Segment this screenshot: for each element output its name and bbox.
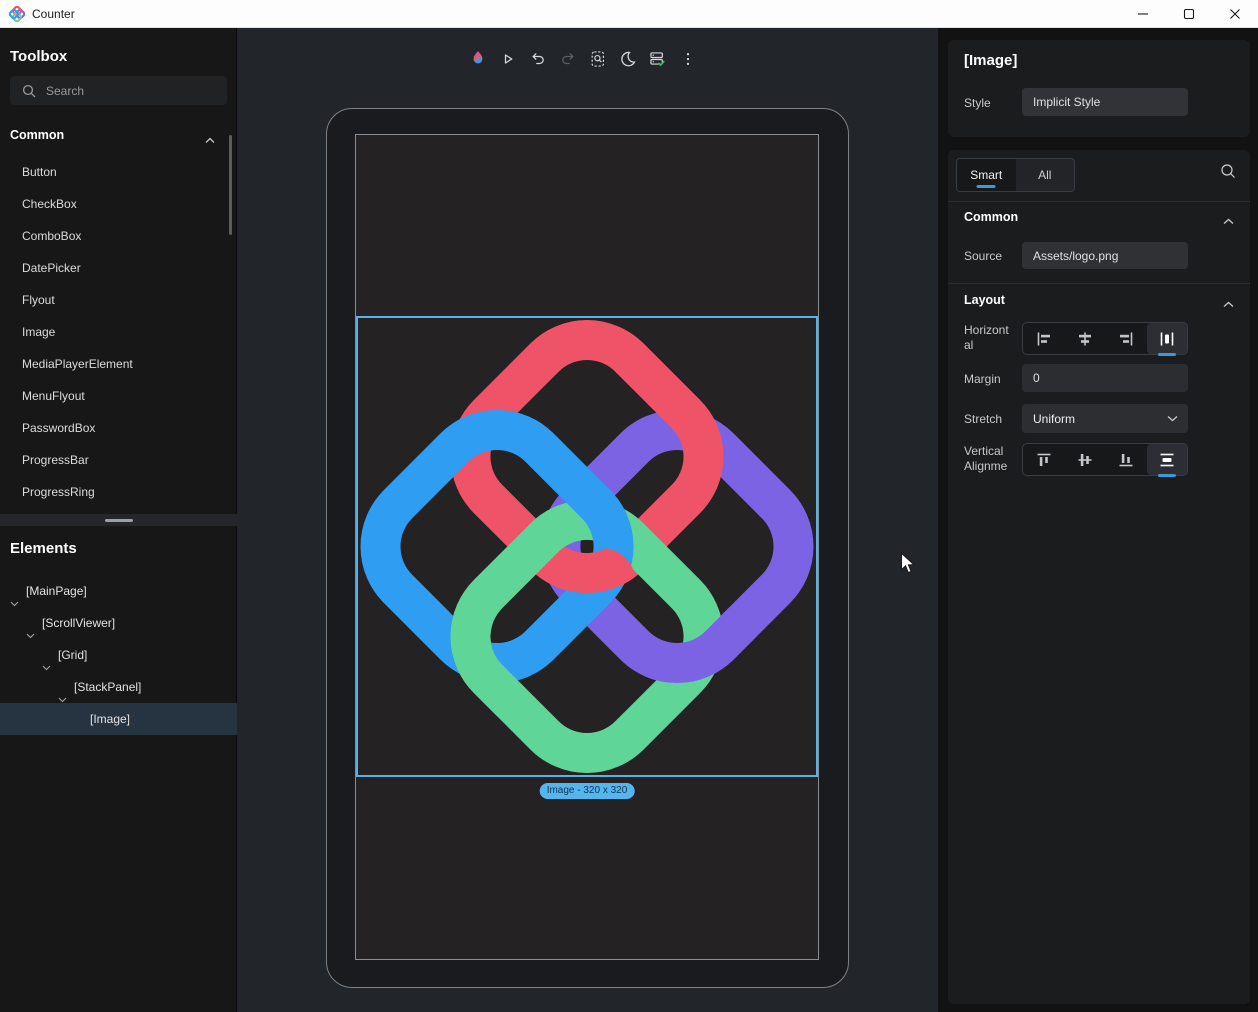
stretch-horizontal-button[interactable] <box>1147 323 1187 354</box>
elements-title: Elements <box>10 540 77 557</box>
inspector-title: [Image] <box>964 52 1017 69</box>
theme-moon-icon[interactable] <box>615 44 640 74</box>
toolbox-list: Button CheckBox ComboBox DatePicker Flyo… <box>0 156 228 508</box>
align-right-button[interactable] <box>1106 323 1146 354</box>
tree-item-stackpanel[interactable]: [StackPanel] <box>0 671 237 703</box>
designer-toolbar <box>465 44 700 74</box>
more-options-kebab-icon[interactable] <box>675 44 700 74</box>
tree-item-scrollviewer[interactable]: [ScrollViewer] <box>0 607 237 639</box>
margin-input[interactable] <box>1022 364 1188 392</box>
logo-image[interactable] <box>358 318 816 775</box>
devtools-connected-icon[interactable] <box>645 44 670 74</box>
stretch-value: Uniform <box>1033 412 1167 426</box>
chevron-down-icon <box>1167 415 1178 422</box>
inspect-element-icon[interactable] <box>585 44 610 74</box>
toolbox-item-mediaplayerelement[interactable]: MediaPlayerElement <box>0 348 228 380</box>
design-canvas[interactable]: Image - 320 x 320 <box>237 28 938 1012</box>
selection-size-badge: Image - 320 x 320 <box>540 783 635 799</box>
tab-label: All <box>1038 168 1051 182</box>
toolbox-item-combobox[interactable]: ComboBox <box>0 220 228 252</box>
window-title: Counter <box>32 0 75 28</box>
tree-item-label: [MainPage] <box>26 575 87 607</box>
tree-item-label: [Grid] <box>58 639 87 671</box>
toolbox-item-checkbox[interactable]: CheckBox <box>0 188 228 220</box>
device-screen[interactable]: Image - 320 x 320 <box>355 134 819 960</box>
horizontal-alignment-group <box>1022 322 1188 355</box>
toolbox-panel: Toolbox Common Button CheckBox ComboBox … <box>0 28 237 1012</box>
toolbox-scrollbar[interactable] <box>229 135 232 235</box>
tab-label: Smart <box>970 168 1002 182</box>
minimize-button[interactable] <box>1120 0 1166 28</box>
properties-search-icon[interactable] <box>1220 163 1236 184</box>
stretch-label: Stretch <box>964 412 1002 426</box>
align-bottom-button[interactable] <box>1106 444 1146 475</box>
titlebar: Counter <box>0 0 1258 28</box>
toolbox-search-input[interactable] <box>46 84 227 98</box>
panel-splitter[interactable] <box>0 514 237 526</box>
common-section-header: Common <box>964 210 1018 224</box>
stretch-dropdown[interactable]: Uniform <box>1022 404 1188 433</box>
chevron-up-icon[interactable] <box>1223 295 1234 313</box>
properties-card: Smart All Common Source Layout Horizonta… <box>948 150 1250 1004</box>
device-frame: Image - 320 x 320 <box>326 108 849 988</box>
tree-item-mainpage[interactable]: [MainPage] <box>0 575 237 607</box>
app-logo-icon <box>9 6 25 22</box>
style-input[interactable] <box>1022 88 1188 116</box>
align-center-vertical-button[interactable] <box>1065 444 1105 475</box>
tree-item-image-selected[interactable]: [Image] <box>0 703 237 735</box>
margin-label: Margin <box>964 372 1001 386</box>
toolbox-item-progressbar[interactable]: ProgressBar <box>0 444 228 476</box>
vertical-alignment-label: Vertical Alignment <box>964 444 1014 476</box>
play-icon[interactable] <box>495 44 520 74</box>
toolbox-search[interactable] <box>10 76 227 105</box>
tree-item-label: [ScrollViewer] <box>42 607 115 639</box>
divider <box>948 201 1250 202</box>
align-top-button[interactable] <box>1024 444 1064 475</box>
hot-reload-flame-icon[interactable] <box>465 44 490 74</box>
toolbox-section-label: Common <box>10 128 64 142</box>
tab-smart[interactable]: Smart <box>957 159 1016 191</box>
toolbox-section-common[interactable]: Common <box>10 128 227 148</box>
elements-tree: [MainPage] [ScrollViewer] [Grid] [StackP… <box>0 575 237 735</box>
toolbox-item-button[interactable]: Button <box>0 156 228 188</box>
toolbox-item-flyout[interactable]: Flyout <box>0 284 228 316</box>
tree-item-label: [Image] <box>90 703 130 735</box>
chevron-up-icon[interactable] <box>1223 212 1234 230</box>
app-window: Counter Toolbox Common Button C <box>0 0 1258 1012</box>
image-selection-overlay[interactable] <box>356 316 818 777</box>
toolbox-item-menuflyout[interactable]: MenuFlyout <box>0 380 228 412</box>
maximize-button[interactable] <box>1166 0 1212 28</box>
properties-panel: [Image] Style Smart All Common Source La… <box>938 28 1258 1012</box>
toolbox-title: Toolbox <box>10 48 67 65</box>
search-icon <box>22 84 36 98</box>
align-center-horizontal-button[interactable] <box>1065 323 1105 354</box>
layout-section-header: Layout <box>964 293 1005 307</box>
divider <box>948 283 1250 284</box>
chevron-up-icon <box>205 133 215 147</box>
redo-icon <box>555 44 580 74</box>
style-label: Style <box>964 96 991 110</box>
property-tabs: Smart All <box>956 158 1075 192</box>
close-button[interactable] <box>1212 0 1258 28</box>
toolbox-item-passwordbox[interactable]: PasswordBox <box>0 412 228 444</box>
align-left-button[interactable] <box>1024 323 1064 354</box>
selected-element-card: [Image] Style <box>948 40 1250 137</box>
toolbox-item-image[interactable]: Image <box>0 316 228 348</box>
horizontal-alignment-label: Horizontal <box>964 323 1014 353</box>
vertical-alignment-group <box>1022 443 1188 476</box>
source-label: Source <box>964 249 1002 263</box>
tree-item-grid[interactable]: [Grid] <box>0 639 237 671</box>
mouse-cursor <box>900 552 917 580</box>
source-input[interactable] <box>1022 242 1188 269</box>
stretch-vertical-button[interactable] <box>1147 444 1187 475</box>
tab-all[interactable]: All <box>1016 159 1075 191</box>
tree-item-label: [StackPanel] <box>74 671 141 703</box>
toolbox-item-progressring[interactable]: ProgressRing <box>0 476 228 508</box>
toolbox-item-datepicker[interactable]: DatePicker <box>0 252 228 284</box>
splitter-grip-icon <box>105 519 133 522</box>
undo-icon[interactable] <box>525 44 550 74</box>
